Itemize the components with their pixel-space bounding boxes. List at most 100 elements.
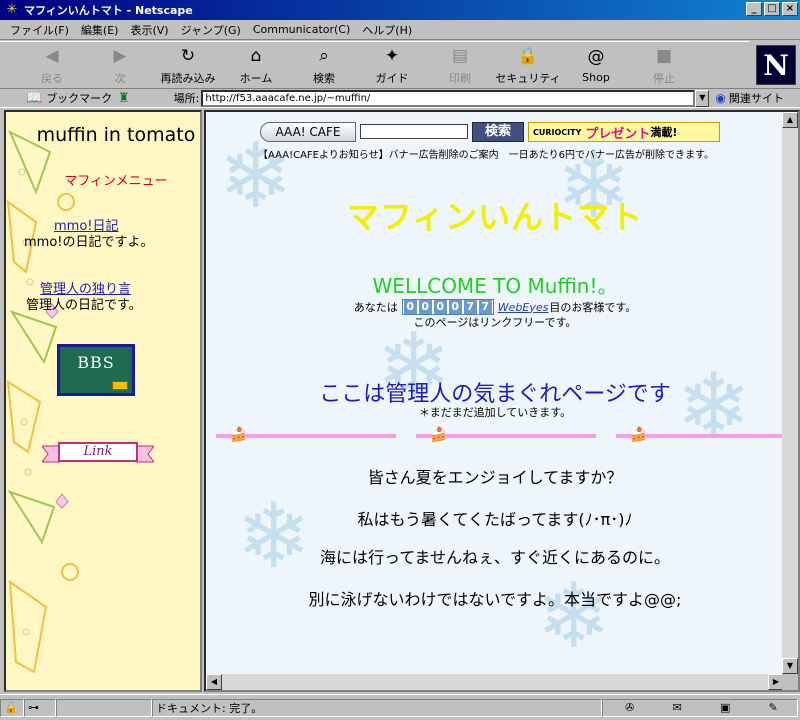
stop-icon: ■ <box>655 45 673 66</box>
connection-icon: ⊶ <box>24 698 56 717</box>
mail-icon[interactable]: ✉ <box>673 701 682 714</box>
maximize-button[interactable]: □ <box>764 2 780 16</box>
minimize-button[interactable]: _ <box>746 2 762 16</box>
location-label: 場所: <box>173 92 200 105</box>
menu-heading: マフィンメニュー <box>64 174 168 189</box>
cake-icon: 🍰 <box>430 427 448 443</box>
menu-communicator[interactable]: Communicator(C) <box>247 23 356 36</box>
toolbar-label: ガイド <box>375 71 409 85</box>
cake-icon: 🍰 <box>230 427 248 443</box>
message-line: 私はもう暑くてくたばってます(ﾉ･π･)ﾉ <box>357 510 633 529</box>
counter-suffix: 目のお客様です。 <box>549 301 637 314</box>
close-button[interactable]: × <box>782 2 798 16</box>
toolbar-label: セキュリティ <box>495 71 561 85</box>
present-banner[interactable]: CURIOCITY プレゼント 満載! <box>528 122 720 142</box>
ad-search-button[interactable]: 検索 <box>472 122 524 142</box>
scroll-down-button[interactable]: ▼ <box>782 658 798 674</box>
ad-search-input[interactable] <box>360 124 468 139</box>
vertical-scrollbar[interactable]: ▲ ▼ <box>782 112 798 674</box>
stop-button[interactable]: ■ 停止 <box>630 43 698 87</box>
guide-button[interactable]: ✦ ガイド <box>358 43 426 87</box>
url-input[interactable]: http://f53.aaacafe.ne.jp/~muffin/ <box>201 89 696 107</box>
toolbar-label: 再読み込み <box>160 71 216 85</box>
counter-prefix: あなたは <box>353 301 398 314</box>
cake-icon: 🍰 <box>630 427 648 443</box>
toolbar-label: 戻る <box>41 71 63 85</box>
scroll-left-button[interactable]: ◀ <box>206 674 222 690</box>
print-button[interactable]: ▤ 印刷 <box>426 43 494 87</box>
present-label: プレゼント <box>585 126 651 142</box>
welcome-text: WELLCOME TO Muffin!。 <box>372 274 618 298</box>
reload-button[interactable]: ↻ 再読み込み <box>154 43 222 87</box>
composer-icon[interactable]: ✎ <box>769 701 778 714</box>
link-label: Link <box>58 442 138 462</box>
menu-view[interactable]: 表示(V) <box>124 22 174 38</box>
left-menu-frame: muffin in tomato マフィンメニュー mmo!日記 mmo!の日記… <box>4 110 202 692</box>
search-button[interactable]: ⌕ 検索 <box>290 43 358 87</box>
navigation-toolbar: ◀ 戻る ▶ 次 ↻ 再読み込み ⌂ ホーム ⌕ 検索 ✦ ガイド ▤ 印刷 🔒 セキュリティ @ Shop ■ 停止 <box>0 41 750 87</box>
related-sites-button[interactable]: ◉ 関連サイト <box>715 90 783 106</box>
menu-go[interactable]: ジャンプ(G) <box>175 22 247 38</box>
netscape-app-icon: ✳ <box>6 2 18 17</box>
counter-digit: 0 <box>433 300 447 314</box>
shop-button[interactable]: @ Shop <box>562 43 630 87</box>
bookmark-icon: 📖 <box>26 90 43 106</box>
url-dropdown-button[interactable]: ▼ <box>695 89 710 107</box>
reload-icon: ↻ <box>180 45 196 66</box>
aaa-cafe-logo[interactable]: AAA! CAFE <box>260 122 356 142</box>
toolbar-label: 停止 <box>653 71 675 85</box>
scroll-up-button[interactable]: ▲ <box>782 112 798 128</box>
subnote: ＊まだまだ追加していきます。 <box>418 406 572 419</box>
security-status-icon[interactable]: 🔓 <box>0 698 24 717</box>
related-sites-icon: ◉ <box>715 91 726 105</box>
drink-glasses-decoration <box>6 129 79 674</box>
toolbar-label: 印刷 <box>449 71 471 85</box>
bookmarks-button[interactable]: 📖 ブックマーク <box>26 90 166 106</box>
window-title: マフィンいんトマト - Netscape <box>24 4 193 17</box>
menu-file[interactable]: ファイル(F) <box>4 22 75 38</box>
shop-icon: @ <box>587 47 605 67</box>
bookmarks-label: ブックマーク <box>46 92 113 105</box>
page-title: マフィンいんトマト <box>346 198 644 236</box>
message-line: 皆さん夏をエンジョイしてますか？ <box>367 468 623 487</box>
message-line: 別に泳げないわけではないですよ。本当ですよ@@; <box>308 590 682 609</box>
print-icon: ▤ <box>451 45 469 66</box>
netscape-logo[interactable]: N <box>756 45 796 85</box>
divider-line <box>216 434 794 438</box>
newsgroup-icon[interactable]: ▣ <box>720 701 730 714</box>
lock-icon: 🔒 <box>517 45 539 66</box>
home-button[interactable]: ⌂ ホーム <box>222 43 290 87</box>
cake-divider: 🍰 🍰 🍰 <box>216 426 794 446</box>
counter-digit: 0 <box>448 300 462 314</box>
chalk-icon <box>112 381 128 390</box>
navigator-icon[interactable]: ✇ <box>625 701 634 714</box>
main-content-frame: ❄ ❄ ❄ ❄ ❄ ❄ AAA! CAFE 検索 CURIOCITY プレゼント… <box>204 110 800 692</box>
message-line: 海には行ってませんねぇ、すぐ近くにあるのに。 <box>320 548 670 567</box>
diary-description: mmo!の日記ですよ。 <box>24 235 154 250</box>
home-icon: ⌂ <box>250 45 262 66</box>
forward-arrow-button[interactable]: ▶ 次 <box>86 43 154 87</box>
visitor-counter: 0 0 0 0 7 7 <box>401 299 494 315</box>
back-arrow-icon: ◀ <box>45 45 59 66</box>
menu-help[interactable]: ヘルプ(H) <box>356 22 418 38</box>
bbs-label: BBS <box>77 353 115 372</box>
status-text: ドキュメント: 完了。 <box>152 698 602 717</box>
webeyes-link[interactable]: WebEyes <box>498 301 549 314</box>
lock-button[interactable]: 🔒 セキュリティ <box>494 43 562 87</box>
component-bar: ✇ ✉ ▣ ✎ <box>602 698 798 717</box>
counter-digit: 7 <box>463 300 477 314</box>
menu-edit[interactable]: 編集(E) <box>75 22 125 38</box>
title-bar: ✳ マフィンいんトマト - Netscape _ □ × <box>0 0 800 20</box>
link-free-notice: このページはリンクフリーです。 <box>413 316 577 329</box>
page-proxy-icon[interactable]: ♜ <box>118 91 130 106</box>
toolbar-label: 検索 <box>313 71 335 85</box>
link-banner-button[interactable]: Link <box>42 442 154 466</box>
counter-digit: 0 <box>418 300 432 314</box>
ad-notice-link[interactable]: 【AAA!CAFEよりお知らせ】バナー広告削除のご案内 一日あたり6円でバナー広… <box>258 146 714 161</box>
site-name: muffin in tomato <box>36 124 196 146</box>
back-arrow-button[interactable]: ◀ 戻る <box>18 43 86 87</box>
bbs-button[interactable]: BBS <box>57 344 135 396</box>
horizontal-scrollbar[interactable]: ◀ ▶ <box>206 674 784 690</box>
forward-arrow-icon: ▶ <box>113 45 127 66</box>
menu-bar: ファイル(F) 編集(E) 表示(V) ジャンプ(G) Communicator… <box>0 20 800 40</box>
